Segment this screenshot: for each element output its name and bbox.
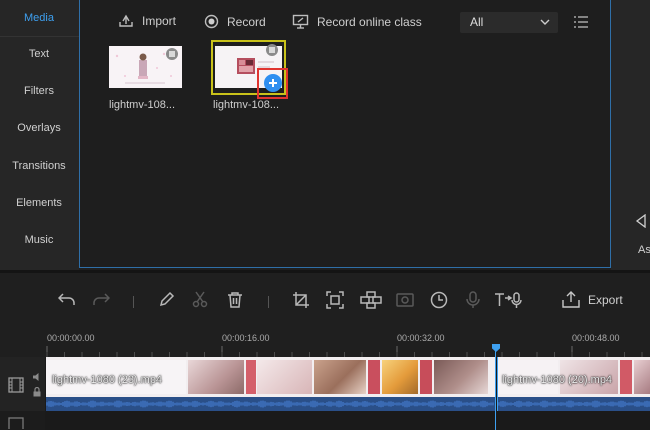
sidebar-item-transitions[interactable]: Transitions [0, 148, 78, 185]
sidebar-item-filters[interactable]: Filters [0, 73, 78, 110]
timeline-toolbar: Export [0, 273, 650, 325]
toolbar-separator [268, 296, 269, 308]
media-item-1-label: lightmv-108... [109, 99, 176, 111]
undo-icon [57, 293, 75, 305]
sidebar-item-text[interactable]: Text [0, 36, 78, 73]
redo-icon [93, 293, 111, 305]
zoom-button[interactable] [326, 291, 344, 314]
plus-icon [269, 79, 277, 87]
chevron-down-icon [540, 19, 550, 25]
sidebar-item-overlays[interactable]: Overlays [0, 110, 78, 147]
clip-frame [368, 360, 380, 394]
clip-frame [420, 360, 432, 394]
text-to-speech-button[interactable] [494, 291, 522, 314]
video-track-header [0, 357, 45, 411]
sidebar-item-media[interactable]: Media [0, 0, 78, 37]
list-icon [574, 16, 588, 28]
export-label: Export [588, 292, 623, 307]
clip-2-waveform [498, 397, 650, 411]
clip-frame [188, 360, 244, 394]
clip-2-waveform-image [498, 400, 650, 408]
freeze-frame-button[interactable] [396, 291, 414, 312]
list-view-button[interactable] [573, 15, 589, 34]
split-button[interactable] [192, 291, 208, 313]
sidebar-item-music[interactable]: Music [0, 222, 78, 259]
timeline-clip-1[interactable]: lightmv-1080 (23).mp4 [46, 357, 495, 411]
right-panel: As [611, 0, 650, 270]
timeline-ruler[interactable]: 00:00:00.00 00:00:16.00 00:00:32.00 00:0… [0, 327, 650, 357]
record-online-class-label: Record online class [317, 14, 422, 29]
play-left-icon[interactable] [635, 214, 647, 228]
import-button[interactable]: Import [118, 14, 176, 28]
ruler-ticks [46, 346, 643, 357]
timeline-clip-2[interactable]: lightmv-1080 (20).mp4 [497, 357, 650, 411]
clip-frame [382, 360, 418, 394]
media-item-1-badge [166, 48, 178, 60]
clip-frame [257, 360, 312, 394]
import-icon [119, 14, 133, 27]
clip-frame [634, 360, 650, 394]
undo-button[interactable] [57, 291, 76, 312]
film-strip-icon [8, 377, 24, 393]
clock-icon [430, 291, 448, 309]
record-label: Record [227, 14, 266, 29]
microphone-icon [466, 291, 480, 308]
trash-icon [228, 292, 242, 308]
clip-frame [314, 360, 366, 394]
film-icon [269, 47, 275, 53]
pencil-icon [159, 291, 175, 307]
redo-button[interactable] [92, 291, 111, 312]
scissors-icon [192, 291, 208, 308]
export-button[interactable]: Export [562, 291, 623, 308]
film-strip-icon [8, 417, 24, 429]
clip-1-waveform [46, 397, 495, 411]
sidebar-item-elements[interactable]: Elements [0, 185, 78, 222]
media-panel: Import Record Record online class All li… [79, 0, 611, 268]
media-item-2-label: lightmv-108... [213, 99, 280, 111]
clip-frame [620, 360, 632, 394]
zoom-frame-icon [326, 291, 344, 309]
audio-track-header [0, 411, 45, 430]
clip-1-waveform-image [46, 400, 494, 408]
add-to-timeline-button[interactable] [264, 74, 282, 92]
playhead-line[interactable] [495, 345, 496, 430]
export-icon [562, 291, 580, 308]
crop-icon [293, 292, 309, 308]
voiceover-button[interactable] [466, 291, 480, 314]
crop-button[interactable] [292, 291, 310, 314]
clip-frame [434, 360, 488, 394]
speaker-icon[interactable] [32, 372, 42, 382]
mosaic-button[interactable] [360, 291, 382, 314]
media-item-2-badge [266, 44, 278, 56]
monitor-record-icon [292, 14, 309, 29]
media-filter-select[interactable]: All [460, 12, 558, 33]
toolbar-separator [133, 296, 134, 308]
record-online-class-button[interactable]: Record online class [292, 14, 422, 29]
media-thumbnail-1[interactable] [109, 46, 182, 88]
text-to-speech-icon [495, 292, 522, 308]
clip-1-name: lightmv-1080 (23).mp4 [52, 374, 163, 386]
film-icon [169, 51, 175, 57]
record-button[interactable]: Record [204, 14, 266, 29]
clip-2-name: lightmv-1080 (20).mp4 [502, 374, 613, 386]
camera-icon [396, 293, 414, 307]
delete-button[interactable] [226, 291, 244, 314]
import-label: Import [142, 14, 177, 28]
media-filter-value: All [470, 15, 484, 29]
clip-frame [246, 360, 256, 394]
record-icon [204, 14, 219, 29]
mosaic-icon [360, 291, 382, 309]
lock-icon[interactable] [32, 387, 42, 397]
duration-button[interactable] [430, 291, 448, 314]
edit-button[interactable] [158, 291, 175, 313]
right-panel-label: As [638, 244, 650, 256]
sidebar: Media Text Filters Overlays Transitions … [0, 0, 79, 270]
